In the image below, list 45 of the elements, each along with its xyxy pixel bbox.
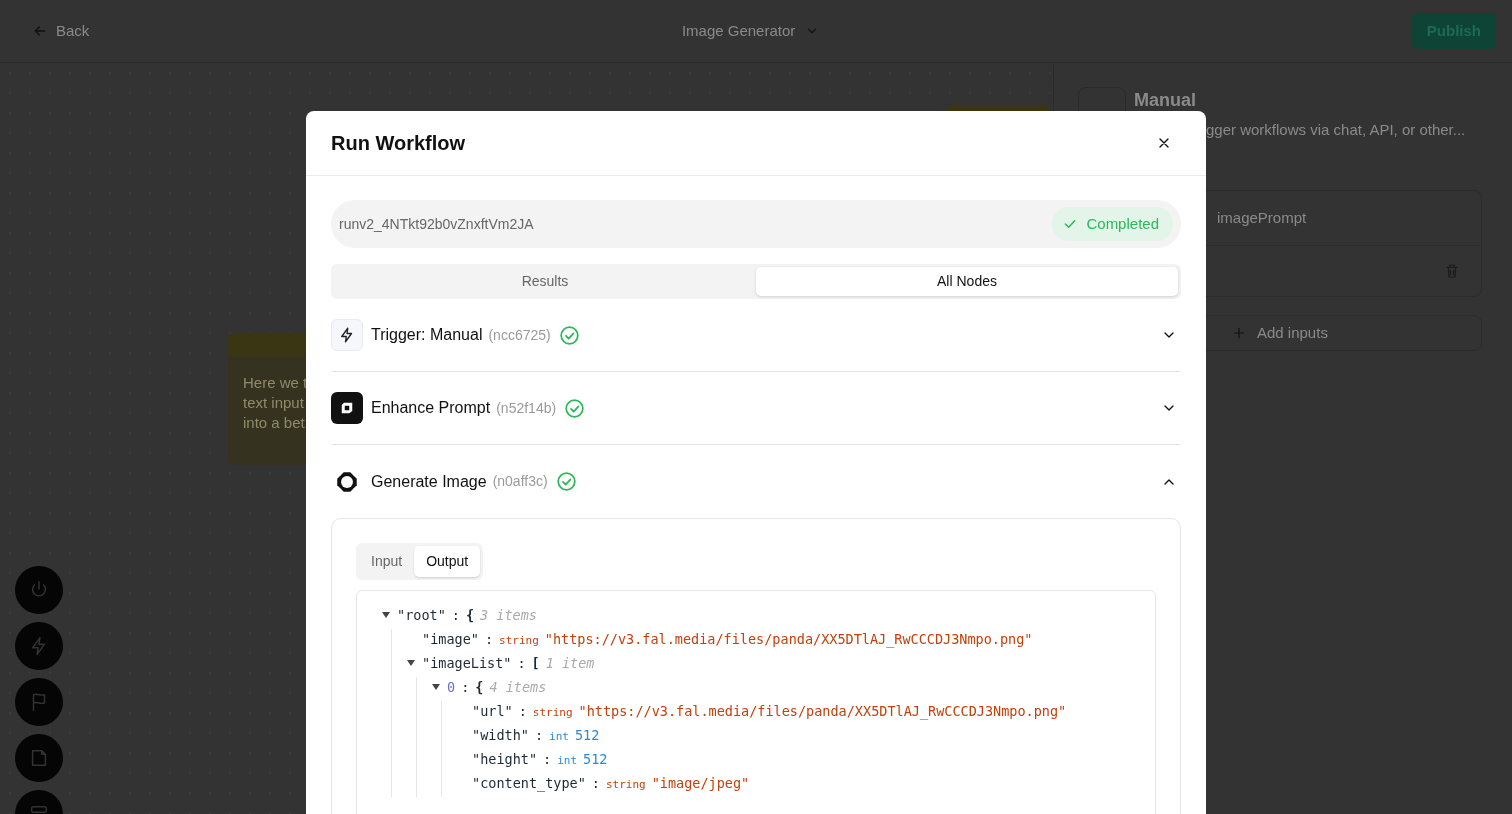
json-colon: : bbox=[517, 654, 526, 673]
value-type: int bbox=[557, 753, 578, 769]
node-name: Enhance Prompt bbox=[371, 398, 491, 418]
json-colon: : bbox=[534, 726, 544, 745]
json-colon: : bbox=[543, 750, 552, 769]
json-key: "url" bbox=[472, 701, 513, 722]
json-value: 512 bbox=[583, 750, 608, 769]
json-bracket: [ bbox=[531, 654, 540, 673]
value-type: string bbox=[499, 633, 539, 649]
status-badge: Completed bbox=[1052, 206, 1173, 242]
node-id: (ncc6725) bbox=[488, 325, 551, 345]
json-colon: : bbox=[451, 606, 460, 625]
json-value: "https://v3.fal.media/files/panda/XX5DTlAJ_RwCCCDJ3Nmpo.png" bbox=[544, 630, 1033, 650]
node-name: Generate Image bbox=[371, 471, 487, 492]
item-count: 4 items bbox=[489, 678, 547, 697]
value-type: string bbox=[532, 705, 573, 721]
json-value: "image/jpeg" bbox=[651, 774, 750, 793]
json-bracket: { bbox=[465, 606, 475, 625]
item-count: 3 items bbox=[480, 606, 537, 625]
note-text: into a bet bbox=[243, 413, 305, 433]
json-colon: : bbox=[591, 774, 600, 793]
json-key: "content_type" bbox=[472, 773, 586, 794]
run-id: runv2_4NTkt92b0vZnxftVm2JA bbox=[339, 214, 534, 234]
dialog-title: Run Workflow bbox=[331, 131, 466, 155]
json-colon: : bbox=[461, 678, 470, 697]
note-text: text input bbox=[243, 393, 304, 413]
value-type: int bbox=[549, 729, 569, 745]
json-key: "image" bbox=[422, 629, 479, 650]
json-key: 0 bbox=[447, 677, 456, 698]
json-key: "imageList" bbox=[422, 653, 512, 674]
panel-title: Manual bbox=[1134, 89, 1196, 112]
panel-description: gger workflows via chat, API, or other... bbox=[1205, 120, 1467, 140]
json-colon: : bbox=[484, 630, 494, 649]
json-key: "height" bbox=[472, 749, 538, 770]
json-bracket: { bbox=[475, 678, 484, 697]
json-value: 512 bbox=[574, 726, 600, 745]
node-id: (n0aff3c) bbox=[492, 472, 548, 491]
node-id: (n52f14b) bbox=[496, 398, 557, 418]
json-key: "root" bbox=[397, 605, 446, 626]
item-count: 1 item bbox=[545, 654, 595, 673]
json-value: "https://v3.fal.media/files/panda/XX5DTlAJ_RwCCCDJ3Nmpo.png" bbox=[578, 702, 1067, 722]
node-name: Trigger: Manual bbox=[371, 325, 483, 345]
value-type: string bbox=[605, 777, 646, 793]
json-colon: : bbox=[518, 702, 527, 721]
json-key: "width" bbox=[472, 725, 529, 746]
